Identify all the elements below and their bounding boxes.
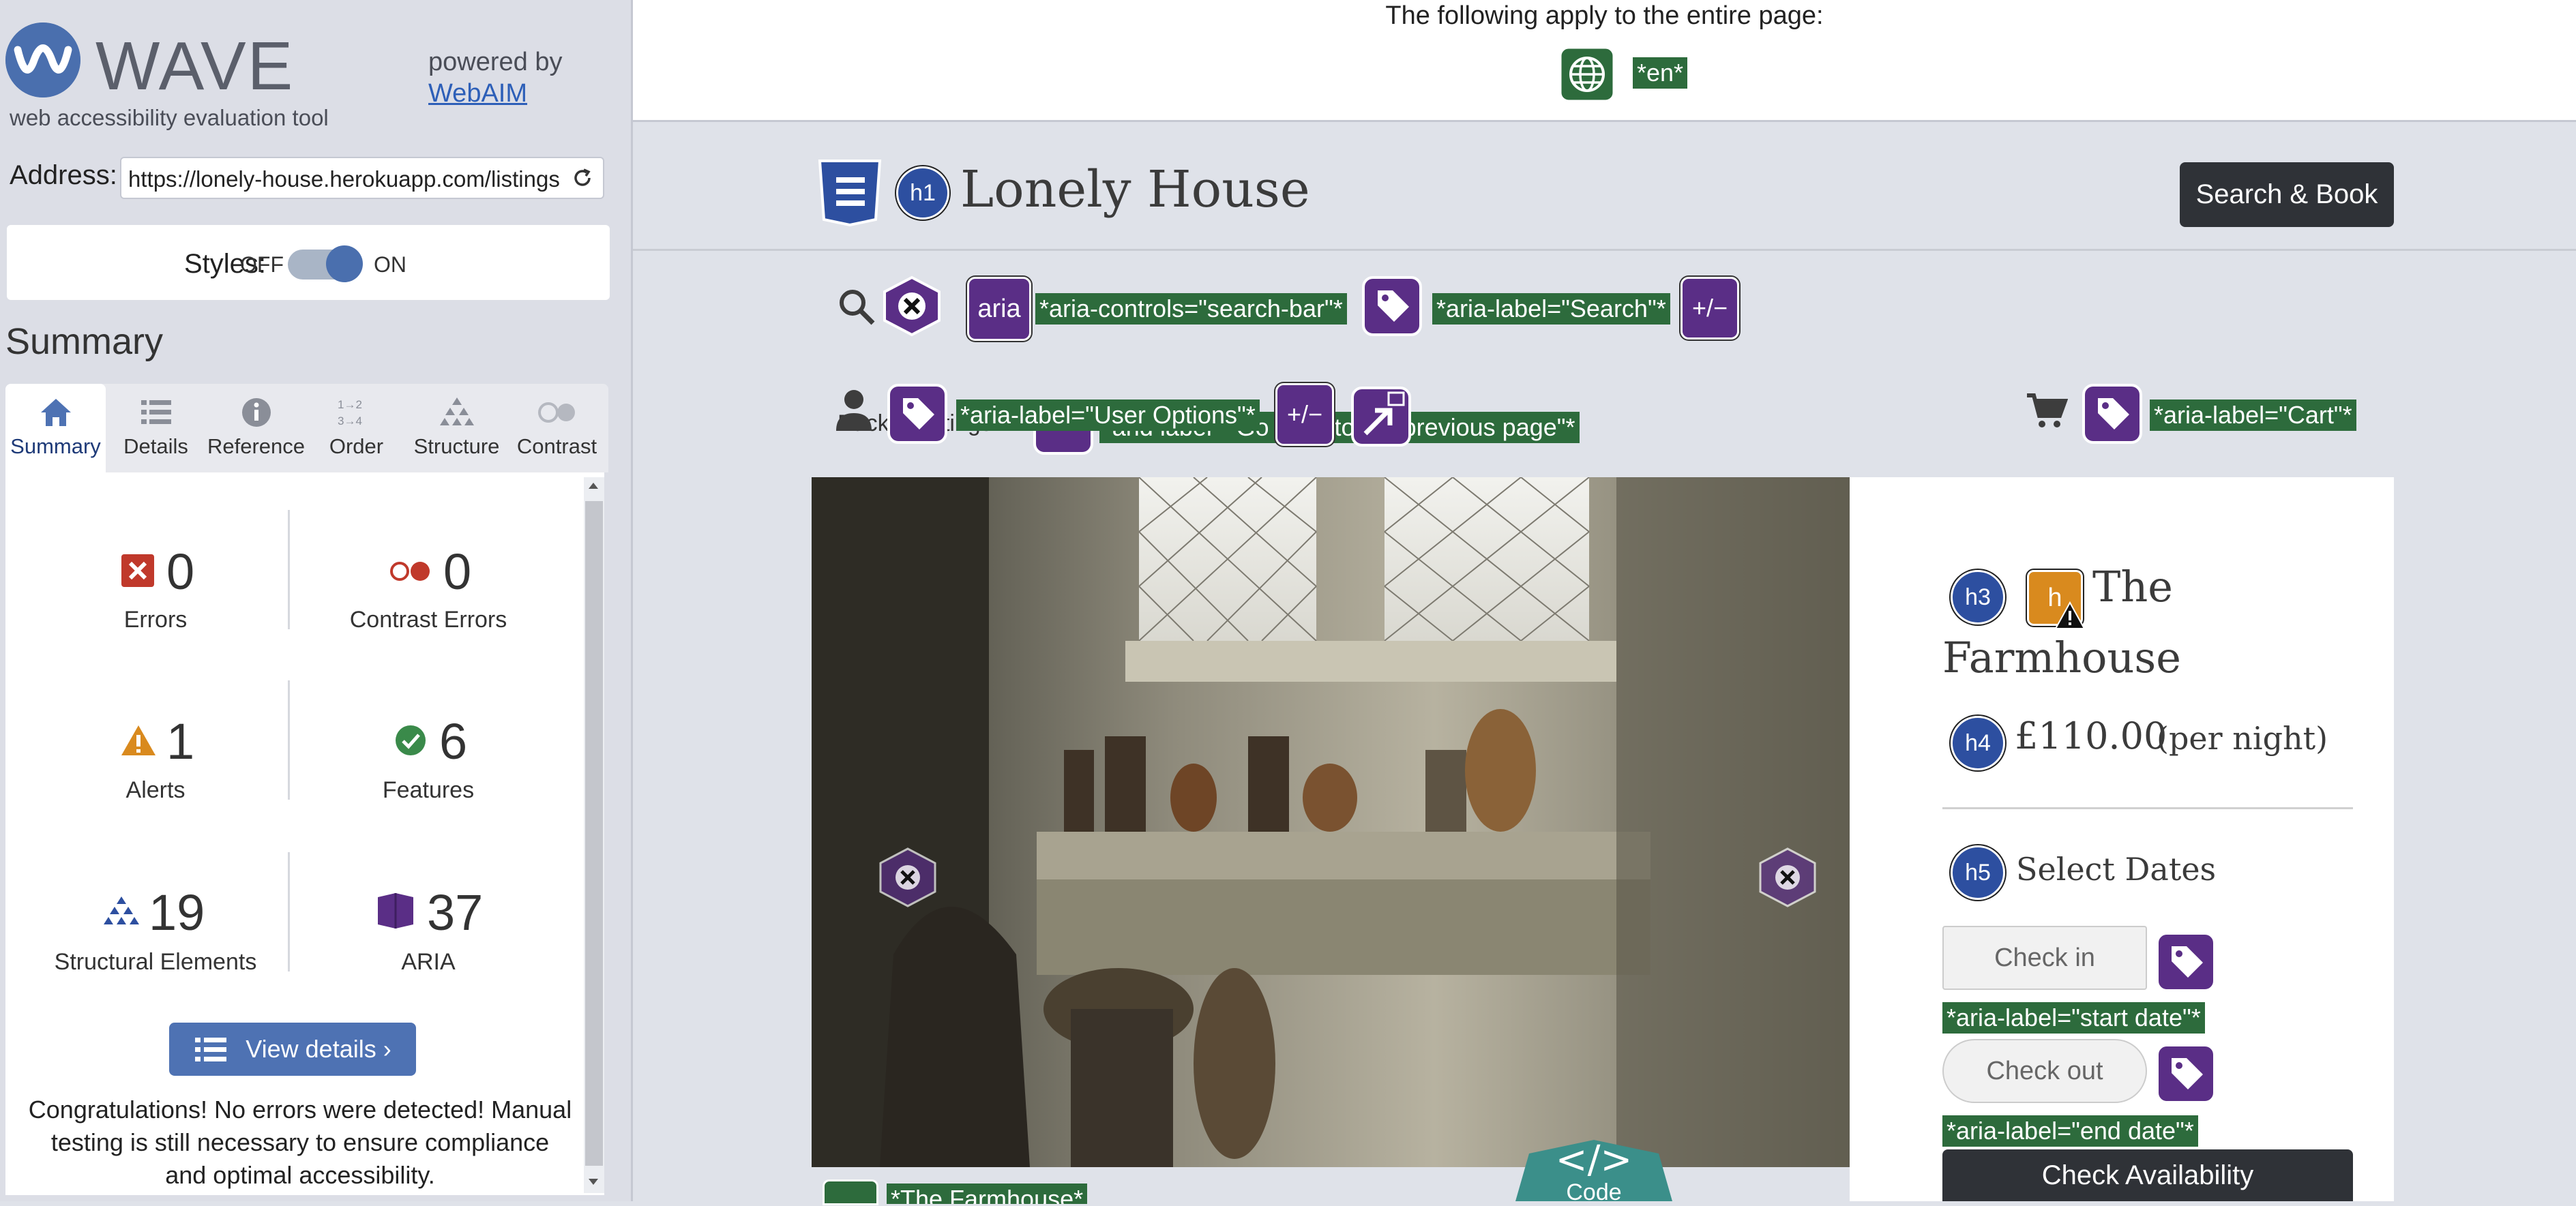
cart-tag: *aria-label="Cart"* — [2150, 400, 2356, 431]
list-icon — [140, 400, 171, 424]
features-label: Features — [382, 777, 475, 803]
contrast-errors-label: Contrast Errors — [349, 607, 507, 633]
start-date-tag: *aria-label="start date"* — [1942, 1002, 2205, 1034]
aria-popup-icon[interactable] — [1350, 386, 1412, 447]
alert-icon — [2054, 601, 2086, 629]
tab-details[interactable]: Details — [106, 384, 206, 472]
image-alt-icon[interactable] — [823, 1179, 878, 1205]
check-availability-button[interactable]: Check Availability — [1942, 1149, 2353, 1201]
empty-button-icon[interactable] — [881, 275, 943, 337]
structural-icon — [104, 896, 139, 924]
home-icon — [40, 399, 71, 426]
aria-icon — [378, 893, 413, 929]
errors-count: 0 — [166, 543, 195, 600]
scroll-down-icon[interactable] — [587, 1177, 600, 1188]
view-details-button[interactable]: View details › — [169, 1023, 416, 1076]
aria-count: 37 — [427, 884, 484, 941]
user-options-tag: *aria-label="User Options"* — [956, 400, 1260, 431]
listing-title-line2: Farmhouse — [1942, 633, 2181, 682]
info-icon — [241, 398, 271, 427]
tab-structure[interactable]: Structure — [406, 384, 507, 472]
search-book-button[interactable]: Search & Book — [2180, 162, 2394, 227]
check-out-input[interactable]: Check out — [1942, 1039, 2147, 1103]
address-input[interactable]: https://lonely-house.herokuapp.com/listi… — [120, 157, 604, 199]
select-dates-heading: Select Dates — [2016, 851, 2217, 888]
wave-title: WAVE — [95, 28, 295, 104]
contrast-error-icon — [390, 562, 430, 581]
svg-text:</>: </> — [1556, 1140, 1633, 1182]
aria-label-icon[interactable] — [887, 383, 948, 444]
h4-icon[interactable]: h4 — [1951, 716, 2005, 770]
alerts-label: Alerts — [125, 777, 186, 803]
alerts-count: 1 — [166, 713, 195, 770]
alert-icon — [121, 725, 156, 755]
powered-by-text: powered by — [428, 48, 563, 76]
structure-icon — [439, 397, 474, 425]
landmark-header-icon[interactable] — [816, 158, 884, 226]
stat-divider — [288, 680, 290, 800]
features-count: 6 — [439, 713, 468, 770]
stat-divider — [288, 852, 290, 971]
wave-subtitle: web accessibility evaluation tool — [10, 105, 329, 130]
feature-icon — [396, 725, 426, 755]
structural-label: Structural Elements — [54, 949, 257, 975]
order-icon: 1→23→4 — [338, 398, 362, 427]
aria-expanded-icon[interactable]: +/− — [1275, 383, 1334, 446]
error-icon — [121, 554, 154, 587]
listing-price: £110.00 — [2015, 714, 2167, 757]
wave-logo-icon — [5, 22, 80, 97]
aria-label-icon[interactable] — [2082, 383, 2143, 444]
aria-expanded-icon[interactable]: +/− — [1681, 277, 1739, 340]
listing-photo — [812, 477, 1850, 1167]
aria-label: ARIA — [401, 949, 456, 975]
webaim-link[interactable]: WebAIM — [428, 79, 527, 108]
errors-label: Errors — [123, 607, 188, 633]
site-name: Lonely House — [960, 160, 1310, 219]
aria-controls-tag: *aria-controls="search-bar"* — [1035, 293, 1347, 325]
card-divider — [1942, 807, 2353, 809]
search-icon[interactable] — [836, 286, 877, 327]
aria-label-icon[interactable] — [2155, 1043, 2217, 1104]
styles-on-label: ON — [374, 252, 406, 277]
code-label[interactable]: Code — [1515, 1179, 1672, 1206]
svg-text:1→2: 1→2 — [338, 398, 362, 411]
tab-contrast[interactable]: Contrast — [507, 384, 607, 472]
stat-divider — [288, 510, 290, 629]
contrast-icon — [537, 402, 575, 423]
scroll-up-icon[interactable] — [587, 480, 600, 491]
aria-icon[interactable]: aria — [967, 277, 1031, 341]
svg-text:3→4: 3→4 — [338, 414, 362, 427]
page-level-heading: The following apply to the entire page: — [1385, 1, 1824, 30]
tab-reference[interactable]: Reference — [206, 384, 306, 472]
address-label: Address: — [10, 160, 117, 190]
header-divider — [633, 249, 2576, 251]
cart-icon[interactable] — [2026, 391, 2068, 429]
check-in-input[interactable]: Check in — [1942, 926, 2147, 990]
contrast-errors-count: 0 — [443, 543, 472, 600]
summary-panel — [5, 472, 604, 1195]
lang-tag: *en* — [1633, 57, 1688, 89]
aria-search-tag: *aria-label="Search"* — [1432, 293, 1670, 325]
reload-icon[interactable] — [570, 166, 595, 190]
list-icon — [195, 1038, 227, 1061]
price-per-night: (per night) — [2157, 720, 2328, 757]
user-icon[interactable] — [833, 387, 874, 432]
panel-scrollbar-thumb[interactable] — [585, 501, 603, 1166]
styles-toggle-knob[interactable] — [326, 245, 363, 282]
tab-order[interactable]: 1→2 3→4 Order — [306, 384, 406, 472]
h1-icon[interactable]: h1 — [896, 166, 949, 220]
aria-label-icon[interactable] — [2155, 931, 2217, 993]
aria-label-icon[interactable] — [1361, 275, 1423, 337]
summary-heading: Summary — [5, 321, 164, 362]
listing-title-line1: The — [2092, 562, 2173, 612]
language-icon[interactable] — [1559, 46, 1615, 102]
congrats-message: Congratulations! No errors were detected… — [28, 1096, 572, 1189]
end-date-tag: *aria-label="end date"* — [1942, 1115, 2198, 1147]
styles-off-label: OFF — [240, 252, 284, 277]
structural-count: 19 — [149, 884, 205, 941]
tab-summary[interactable]: Summary — [5, 384, 106, 472]
h5-icon[interactable]: h5 — [1951, 845, 2005, 900]
h3-icon[interactable]: h3 — [1951, 570, 2005, 624]
